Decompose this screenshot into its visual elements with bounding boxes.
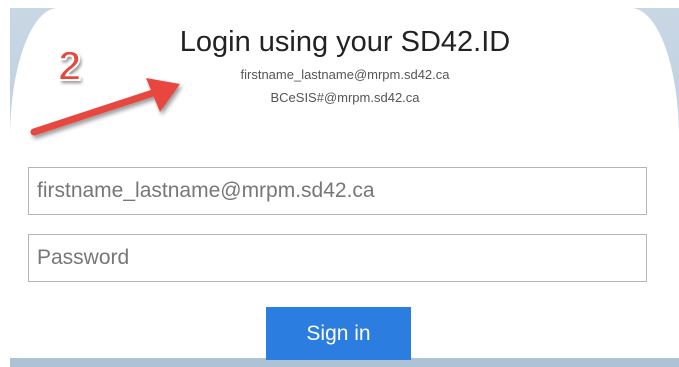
alternate-username-hint: BCeSIS#@mrpm.sd42.ca	[270, 90, 420, 105]
red-arrow-icon	[30, 78, 180, 136]
login-screen: Login using your SD42.ID firstname_lastn…	[0, 0, 679, 367]
sign-in-button[interactable]: Sign in	[266, 307, 411, 360]
username-format-hint: firstname_lastname@mrpm.sd42.ca	[240, 67, 450, 82]
login-title: Login using your SD42.ID	[179, 26, 511, 58]
password-input[interactable]	[28, 234, 647, 282]
username-input[interactable]	[28, 167, 647, 215]
